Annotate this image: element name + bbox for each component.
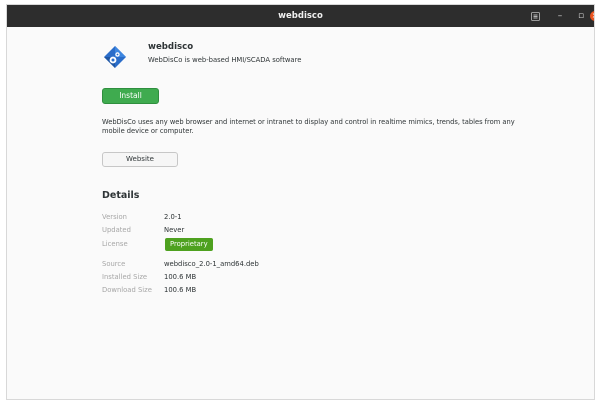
updated-label: Updated <box>102 226 131 234</box>
version-label: Version <box>102 213 127 221</box>
webdisco-diamond-gear-icon <box>103 45 127 69</box>
minimize-button[interactable]: – <box>552 8 568 24</box>
app-description: WebDisCo uses any web browser and intern… <box>102 118 515 135</box>
app-name: webdisco <box>148 42 194 52</box>
installed-size-value: 100.6 MB <box>164 273 197 281</box>
app-icon-glyph <box>104 46 126 68</box>
source-value: webdisco_2.0-1_amd64.deb <box>164 260 259 268</box>
title-bar: webdisco – ▫ × <box>7 5 594 27</box>
close-button[interactable]: × <box>590 11 594 21</box>
download-size-value: 100.6 MB <box>164 286 197 294</box>
download-size-label: Download Size <box>102 286 152 294</box>
hamburger-icon[interactable] <box>527 8 543 24</box>
license-badge[interactable]: Proprietary <box>165 238 213 251</box>
hamburger-icon-glyph <box>530 11 540 21</box>
website-button[interactable]: Website <box>102 152 178 167</box>
install-button[interactable]: Install <box>102 88 159 104</box>
installed-size-label: Installed Size <box>102 273 148 281</box>
version-value: 2.0-1 <box>164 213 182 221</box>
updated-value: Never <box>164 226 185 234</box>
app-summary: WebDisCo is web-based HMI/SCADA software <box>148 56 302 64</box>
source-label: Source <box>102 260 126 268</box>
app-details-page: webdisco WebDisCo is web-based HMI/SCADA… <box>7 27 594 399</box>
license-label: License <box>102 240 128 248</box>
details-heading: Details <box>102 190 140 201</box>
maximize-button[interactable]: ▫ <box>573 8 589 24</box>
window-title: webdisco <box>278 11 323 21</box>
app-window: webdisco – ▫ × webdisco We <box>6 4 595 400</box>
